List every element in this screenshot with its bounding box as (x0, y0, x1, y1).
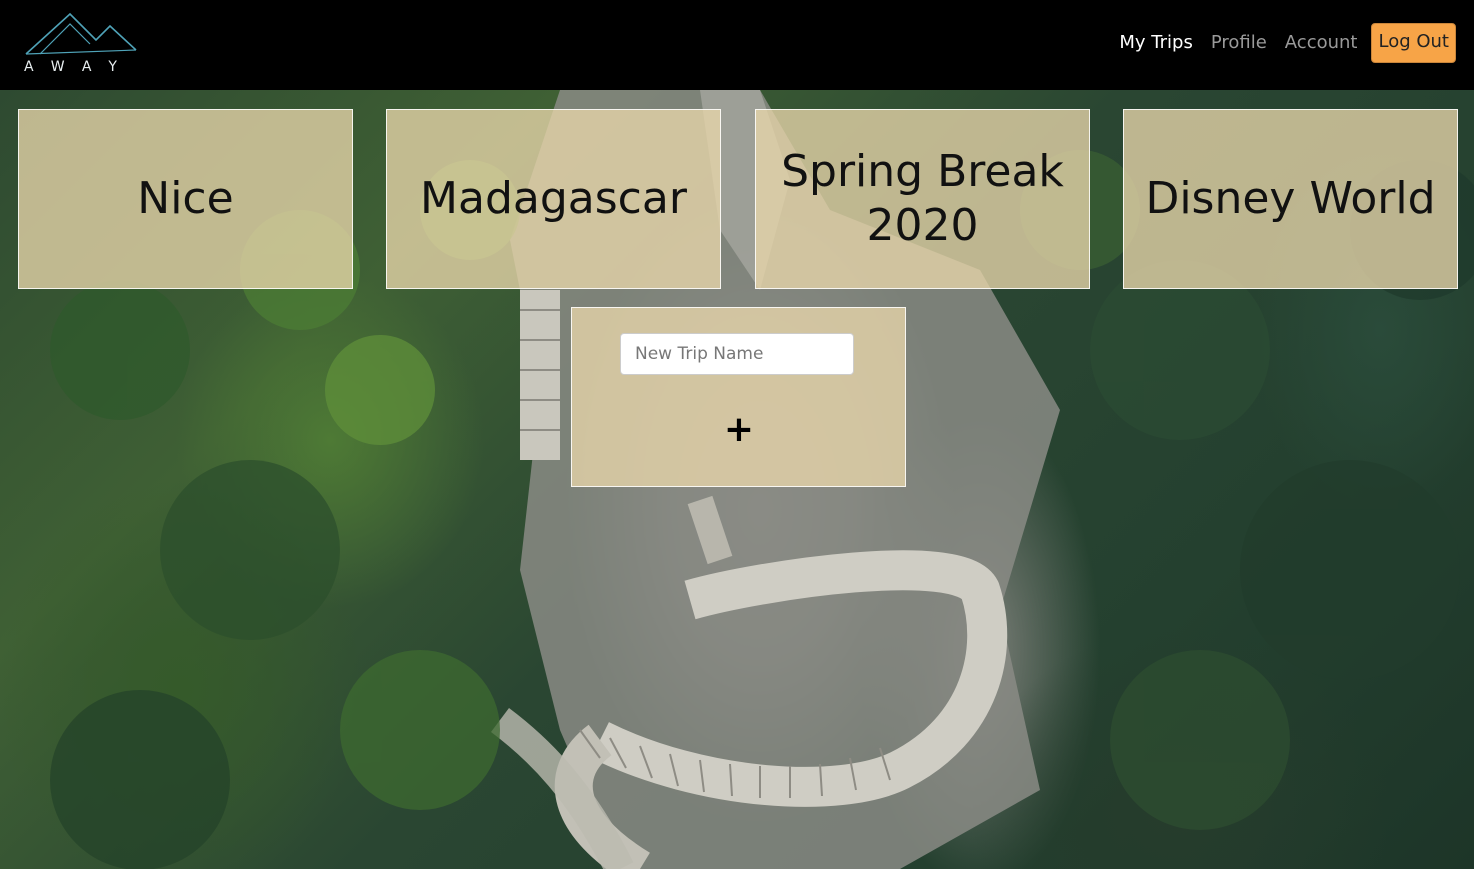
main-nav: My Trips Profile Account Log Out (1119, 23, 1456, 63)
nav-profile[interactable]: Profile (1211, 23, 1267, 63)
trip-card-title: Nice (137, 173, 234, 224)
nav-my-trips[interactable]: My Trips (1119, 23, 1192, 63)
new-trip-name-input[interactable] (620, 333, 854, 375)
plus-icon: + (723, 409, 755, 450)
trip-card-title: Madagascar (420, 173, 687, 224)
away-logo[interactable]: AWAY (24, 10, 140, 76)
trip-card-madagascar[interactable]: Madagascar (386, 109, 721, 289)
trip-card-title: Disney World (1145, 173, 1436, 224)
trip-card-nice[interactable]: Nice (18, 109, 353, 289)
trip-card-disney-world[interactable]: Disney World (1123, 109, 1458, 289)
logout-button[interactable]: Log Out (1371, 23, 1456, 63)
nav-account[interactable]: Account (1285, 23, 1358, 63)
top-navbar: AWAY My Trips Profile Account Log Out (0, 0, 1474, 90)
trip-card-title: Spring Break 2020 (781, 146, 1064, 251)
new-trip-card: + (571, 307, 906, 487)
trip-card-spring-break-2020[interactable]: Spring Break 2020 (755, 109, 1090, 289)
add-trip-button[interactable]: + (719, 410, 759, 450)
logo-text: AWAY (24, 59, 135, 75)
mountain-logo-icon (25, 12, 137, 55)
